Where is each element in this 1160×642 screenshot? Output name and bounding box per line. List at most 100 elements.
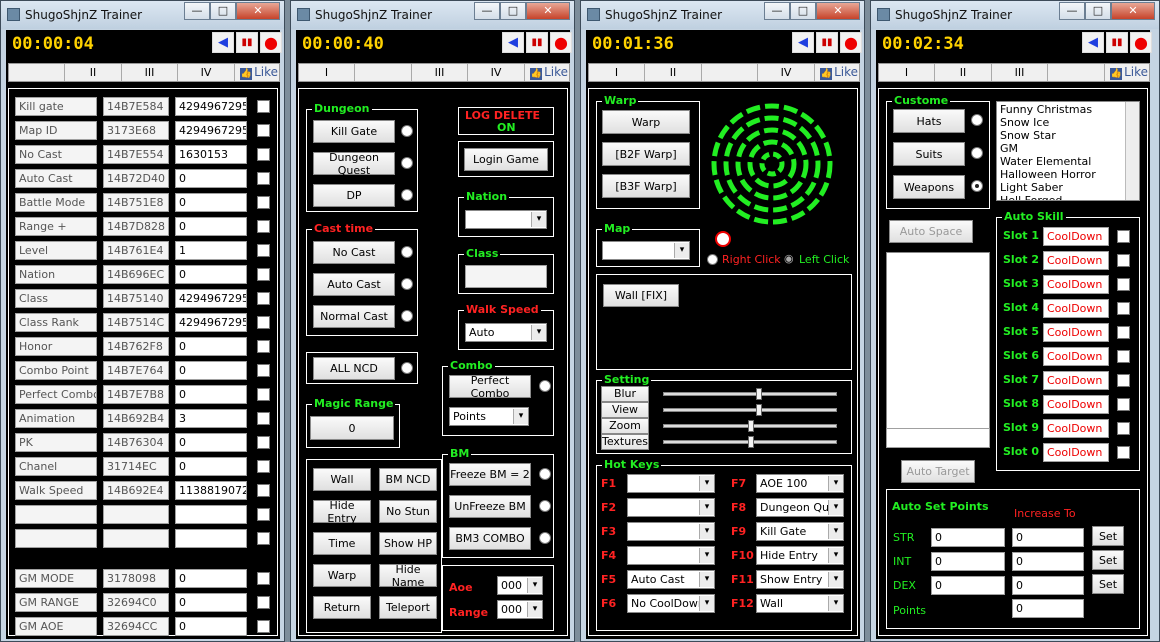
record-icon[interactable]: ● <box>550 32 572 53</box>
hide-name-button[interactable]: Hide Name <box>379 563 437 589</box>
hats-button[interactable]: Hats <box>893 109 965 133</box>
tab-4[interactable] <box>1048 64 1105 81</box>
row-freeze-checkbox[interactable] <box>257 460 270 473</box>
map-select[interactable] <box>602 241 690 260</box>
teleport-button[interactable]: Teleport <box>379 596 437 619</box>
costume-list-item[interactable]: Light Saber <box>1000 181 1136 194</box>
skill-slot-checkbox[interactable] <box>1117 422 1130 435</box>
title-bar[interactable]: ShugoShjnZ Trainer — □ ✕ <box>291 1 574 29</box>
costume-list-item[interactable]: Halloween Horror <box>1000 168 1136 181</box>
skill-slot-field[interactable]: CoolDown <box>1043 299 1109 318</box>
auto-cast-button[interactable]: Auto Cast <box>313 273 395 296</box>
set-button[interactable]: Set <box>1092 574 1124 594</box>
title-bar[interactable]: ShugoShjnZ Trainer — □ ✕ <box>871 1 1159 29</box>
gm-row-checkbox[interactable] <box>257 572 270 585</box>
skill-slot-checkbox[interactable] <box>1117 278 1130 291</box>
costume-list-item[interactable]: Snow Star <box>1000 129 1136 142</box>
costume-list-item[interactable]: Funny Christmas <box>1000 103 1136 116</box>
all-ncd-button[interactable]: ALL NCD <box>313 357 395 380</box>
minimize-button[interactable]: — <box>184 2 210 20</box>
range-select[interactable]: 000 <box>497 600 543 619</box>
login-game-button[interactable]: Login Game <box>464 148 548 171</box>
setting-view-button[interactable]: View <box>601 402 649 418</box>
hotkey-select[interactable] <box>627 474 715 493</box>
setting-zoom-button[interactable]: Zoom <box>601 418 649 434</box>
row-freeze-checkbox[interactable] <box>257 244 270 257</box>
row-freeze-checkbox[interactable] <box>257 364 270 377</box>
warp-button[interactable]: Warp <box>313 564 371 587</box>
tab-4[interactable]: IV <box>178 64 235 81</box>
gm-row-value[interactable]: 0 <box>175 617 247 636</box>
magic-range-button[interactable]: 0 <box>310 416 394 440</box>
skill-slot-field[interactable]: CoolDown <box>1043 275 1109 294</box>
setting-view-slider[interactable] <box>663 404 837 416</box>
weapons-radio[interactable] <box>971 180 983 192</box>
hotkey-select[interactable]: Auto Cast <box>627 570 715 589</box>
row-freeze-checkbox[interactable] <box>257 100 270 113</box>
b3f-warp-button[interactable]: [B3F Warp] <box>602 174 690 198</box>
dp-radio[interactable] <box>401 189 413 201</box>
row-freeze-checkbox[interactable] <box>257 532 270 545</box>
back-icon[interactable]: ◀ <box>212 32 234 53</box>
stop-icon[interactable]: ▮▮ <box>1106 32 1128 53</box>
tab-1[interactable]: I <box>879 64 935 81</box>
like-button[interactable]: 👍 Like <box>820 64 858 81</box>
row-freeze-checkbox[interactable] <box>257 292 270 305</box>
nation-select[interactable] <box>465 210 547 229</box>
hotkey-select[interactable]: Hide Entry <box>756 546 844 565</box>
like-button[interactable]: 👍 Like <box>1110 64 1148 81</box>
slider-thumb[interactable] <box>748 436 754 448</box>
all-ncd-radio[interactable] <box>401 362 413 374</box>
hide-entry-button[interactable]: Hide Entry <box>313 499 371 525</box>
gm-row-checkbox[interactable] <box>257 620 270 633</box>
row-freeze-checkbox[interactable] <box>257 220 270 233</box>
unfreeze-bm-radio[interactable] <box>539 500 551 512</box>
gm-row-value[interactable]: 0 <box>175 593 247 612</box>
skill-slot-checkbox[interactable] <box>1117 398 1130 411</box>
gm-row-checkbox[interactable] <box>257 596 270 609</box>
costume-list-item[interactable]: Water Elemental <box>1000 155 1136 168</box>
bm3-combo-button[interactable]: BM3 COMBO <box>449 527 531 550</box>
target-radio[interactable] <box>715 231 731 247</box>
minimize-button[interactable]: — <box>764 2 790 20</box>
row-value[interactable]: 0 <box>175 457 247 476</box>
row-value[interactable]: 0 <box>175 361 247 380</box>
hotkey-select[interactable] <box>627 522 715 541</box>
row-value[interactable]: 1138819072 <box>175 481 247 500</box>
tab-1[interactable] <box>9 64 65 81</box>
row-value[interactable]: 1630153 <box>175 145 247 164</box>
minimize-button[interactable]: — <box>474 2 500 20</box>
skill-slot-field[interactable]: CoolDown <box>1043 227 1109 246</box>
hotkey-select[interactable]: Dungeon Quest <box>756 498 844 517</box>
tab-4[interactable]: IV <box>468 64 525 81</box>
tab-4[interactable]: IV <box>758 64 815 81</box>
row-freeze-checkbox[interactable] <box>257 436 270 449</box>
stop-icon[interactable]: ▮▮ <box>236 32 258 53</box>
stop-icon[interactable]: ▮▮ <box>526 32 548 53</box>
slider-thumb[interactable] <box>748 420 754 432</box>
row-freeze-checkbox[interactable] <box>257 124 270 137</box>
costume-list-item[interactable]: Snow Ice <box>1000 116 1136 129</box>
stat-field[interactable]: 0 <box>931 552 1005 571</box>
right-click-radio[interactable] <box>707 254 718 265</box>
close-button[interactable]: ✕ <box>816 2 860 20</box>
tab-1[interactable]: I <box>589 64 645 81</box>
row-freeze-checkbox[interactable] <box>257 148 270 161</box>
slider-thumb[interactable] <box>756 404 763 416</box>
row-value[interactable]: 4294967295 <box>175 121 247 140</box>
back-icon[interactable]: ◀ <box>502 32 524 53</box>
close-button[interactable]: ✕ <box>1111 2 1155 20</box>
row-value[interactable]: 1 <box>175 241 247 260</box>
warp-button[interactable]: Warp <box>602 110 690 134</box>
skill-slot-checkbox[interactable] <box>1117 350 1130 363</box>
skill-slot-checkbox[interactable] <box>1117 326 1130 339</box>
bm-ncd-button[interactable]: BM NCD <box>379 468 437 491</box>
points-select[interactable]: Points <box>449 407 529 426</box>
like-button[interactable]: 👍 Like <box>240 64 278 81</box>
unfreeze-bm-button[interactable]: UnFreeze BM <box>449 495 531 518</box>
b2f-warp-button[interactable]: [B2F Warp] <box>602 142 690 166</box>
tab-2[interactable]: II <box>935 64 992 81</box>
suits-radio[interactable] <box>971 147 983 159</box>
target-input[interactable] <box>886 428 990 448</box>
tab-3[interactable] <box>702 64 758 81</box>
